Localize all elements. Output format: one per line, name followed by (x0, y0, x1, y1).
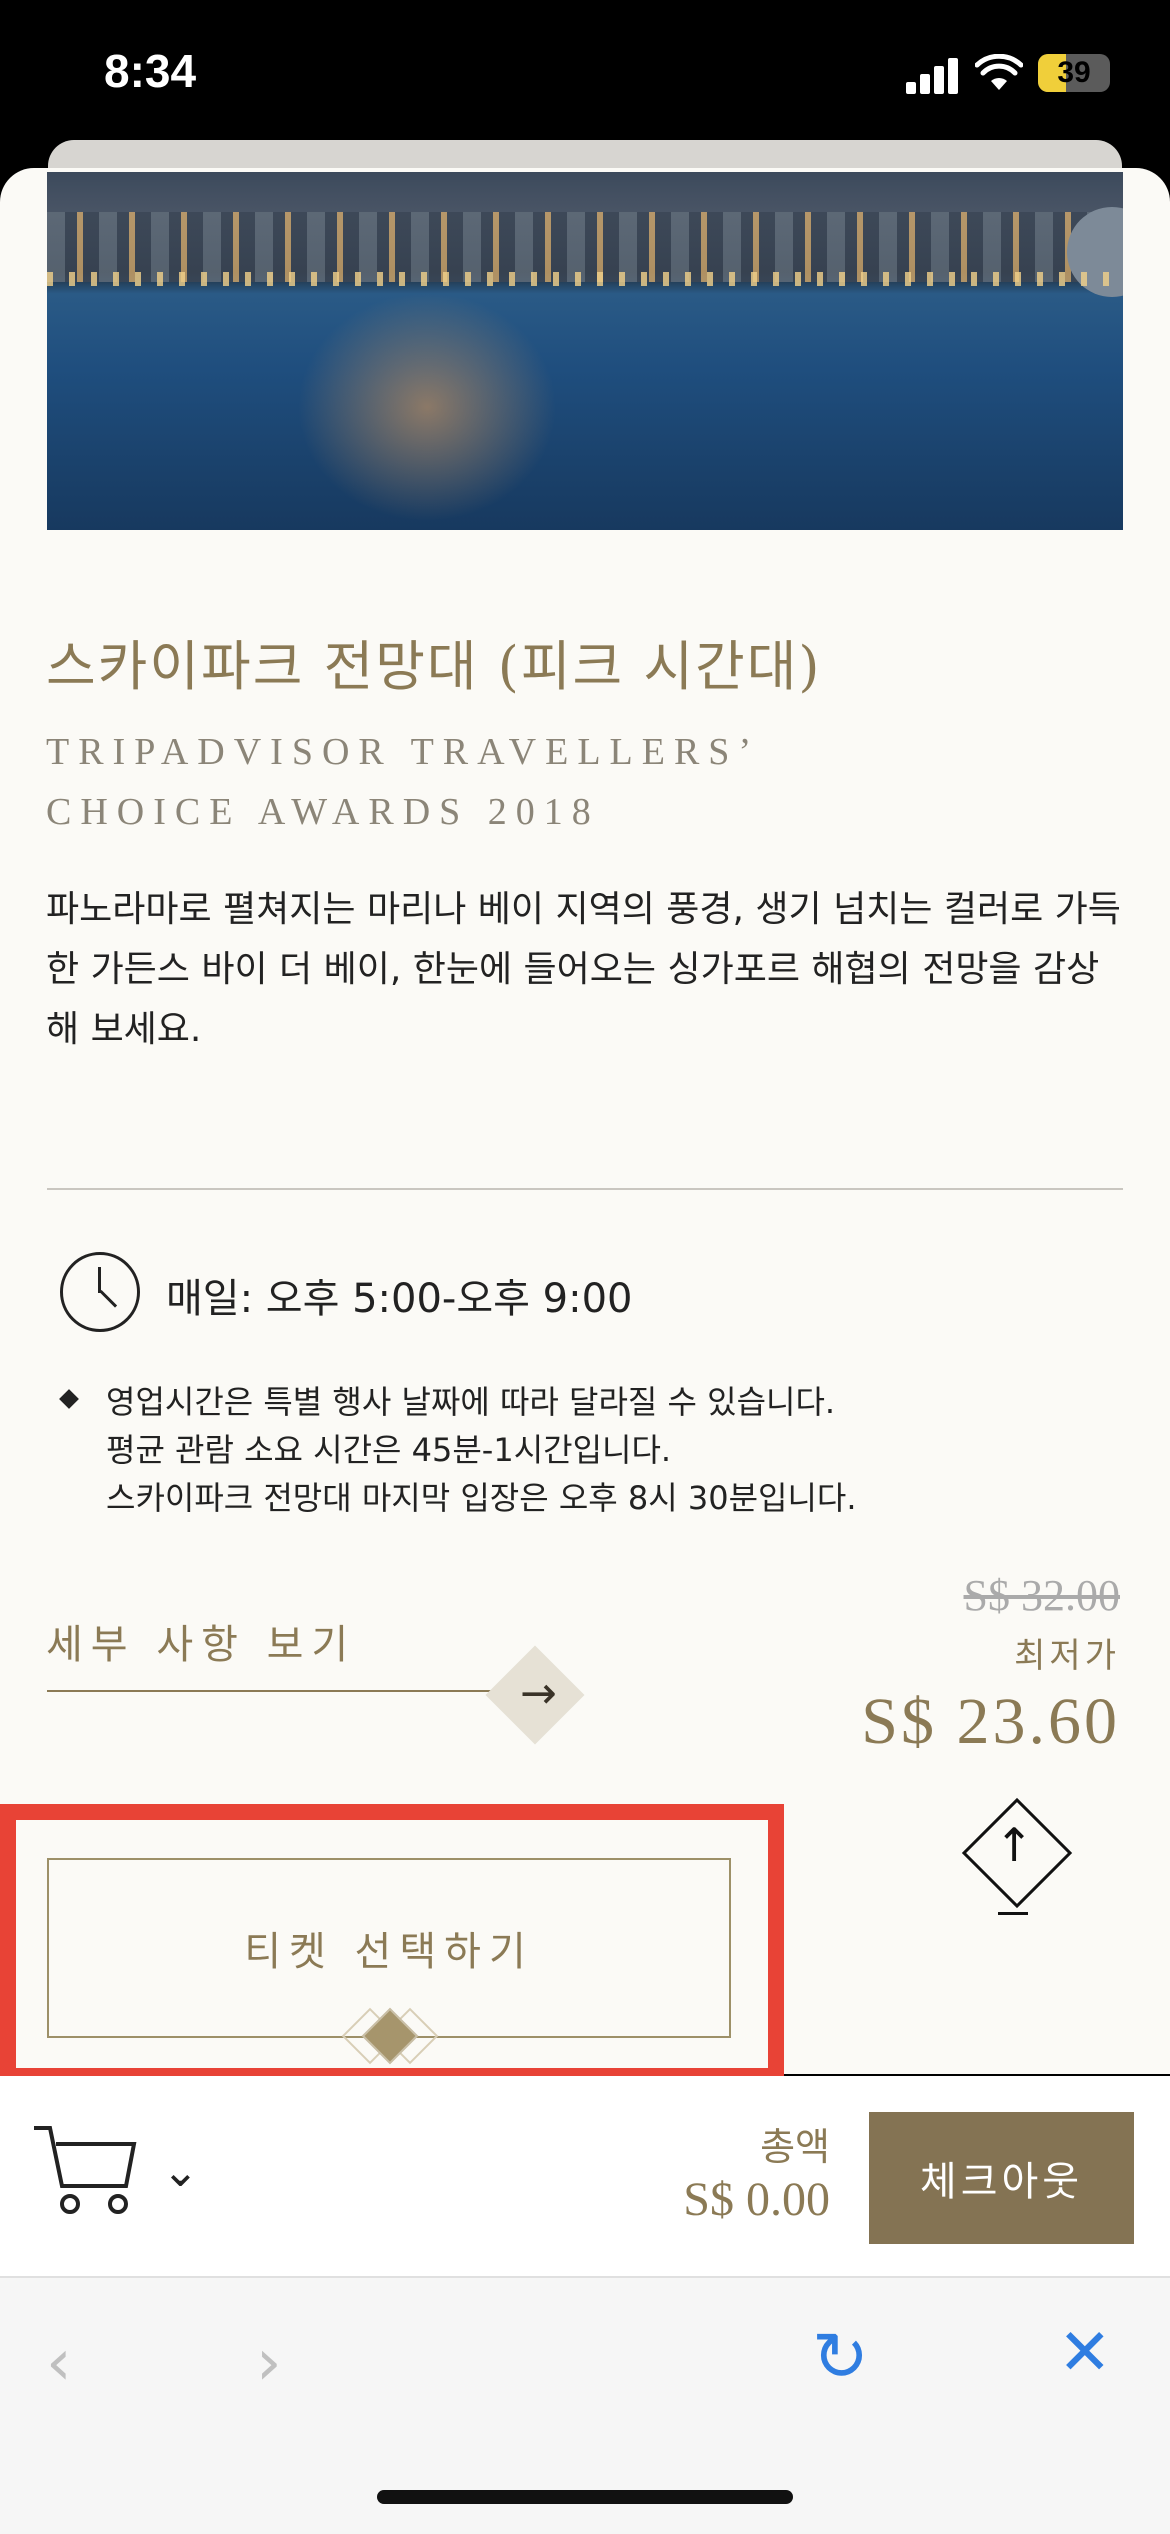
cart-icon[interactable] (30, 2120, 140, 2220)
opening-hours: 매일: 오후 5:00-오후 9:00 (166, 1276, 633, 1322)
total-label: 총액 (760, 2125, 830, 2169)
arrow-right-icon[interactable]: → (520, 1668, 557, 1719)
checkout-button[interactable]: 체크아웃 (869, 2112, 1134, 2244)
note-line: 평균 관람 소요 시간은 45분-1시간입니다. (106, 1431, 672, 1469)
close-icon[interactable]: ✕ (1058, 2316, 1112, 2390)
note-line: 영업시간은 특별 행사 날짜에 따라 달라질 수 있습니다. (106, 1383, 836, 1421)
attraction-title: 스카이파크 전망대 (피크 시간대) (46, 635, 822, 698)
award-text: TRIPADVISOR TRAVELLERS’ CHOICE AWARDS 20… (46, 722, 846, 842)
hours-notes: 영업시간은 특별 행사 날짜에 따라 달라질 수 있습니다. 평균 관람 소요 … (106, 1378, 1006, 1522)
home-indicator (377, 2490, 793, 2504)
reload-icon[interactable]: ↻ (812, 2318, 869, 2397)
divider (47, 1188, 1123, 1190)
arrow-up-icon[interactable]: ↑ (994, 1818, 1034, 1872)
current-price: S$ 23.60 (861, 1685, 1120, 1758)
lowest-price-label: 최저가 (1014, 1636, 1120, 1676)
battery-icon: 39 (1038, 54, 1110, 92)
back-icon[interactable]: ‹ (46, 2326, 72, 2400)
note-line: 스카이파크 전망대 마지막 입장은 오후 8시 30분입니다. (106, 1479, 857, 1517)
view-details-underline (47, 1690, 547, 1692)
total-value: S$ 0.00 (683, 2173, 830, 2226)
award-line-2: CHOICE AWARDS 2018 (46, 791, 600, 833)
status-time: 8:34 (104, 45, 197, 97)
award-line-1: TRIPADVISOR TRAVELLERS’ (46, 731, 761, 773)
original-price: S$ 32.00 (963, 1571, 1120, 1620)
chevron-down-icon[interactable]: ⌄ (162, 2146, 199, 2197)
wifi-icon (975, 54, 1023, 90)
view-details-link[interactable]: 세부 사항 보기 (46, 1612, 356, 1670)
attraction-description: 파노라마로 펼쳐지는 마리나 베이 지역의 풍경, 생기 넘치는 컬러로 가득한… (46, 889, 1121, 1050)
forward-icon[interactable]: › (256, 2326, 282, 2400)
cellular-signal-icon (906, 56, 960, 94)
clock-icon (60, 1252, 140, 1332)
hero-image-marina-bay (47, 172, 1123, 530)
status-bar: 8:34 39 (0, 0, 1170, 150)
scroll-top-underline (998, 1912, 1028, 1915)
battery-level: 39 (1057, 56, 1091, 89)
